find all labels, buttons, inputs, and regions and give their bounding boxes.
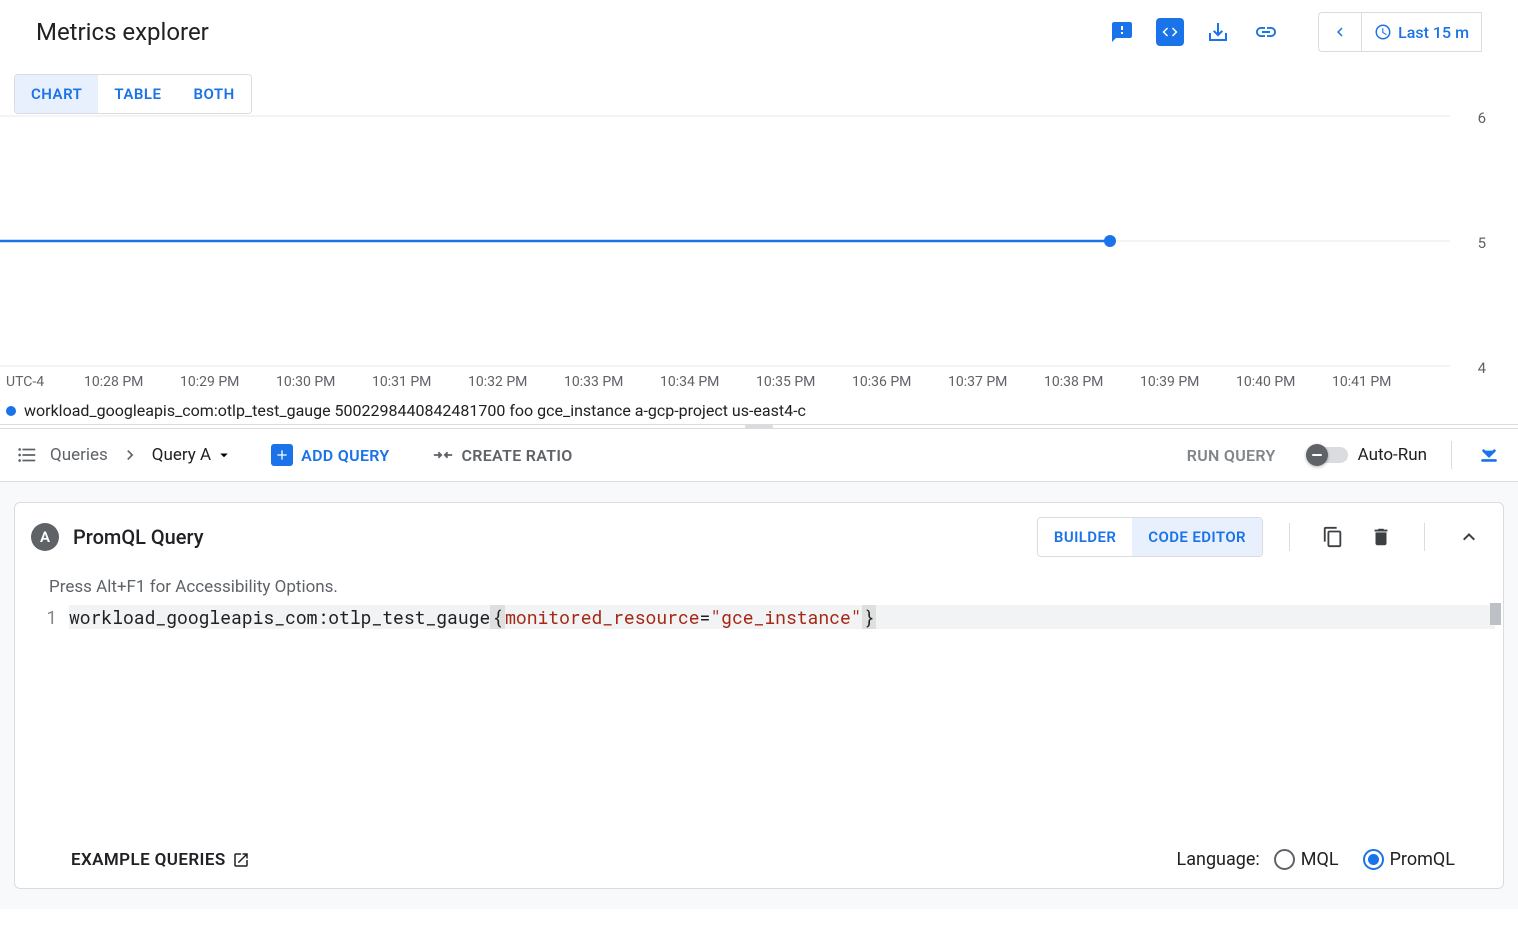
- divider: [1424, 523, 1425, 551]
- query-card: A PromQL Query BUILDER CODE EDITOR Press…: [14, 502, 1504, 889]
- editor-mode-switch: BUILDER CODE EDITOR: [1037, 517, 1263, 557]
- add-query-button[interactable]: ADD QUERY: [271, 444, 389, 466]
- queries-label: Queries: [50, 445, 108, 465]
- tab-both[interactable]: BOTH: [177, 75, 250, 113]
- brace-close: }: [862, 605, 877, 629]
- y-tick: 6: [1478, 109, 1486, 127]
- x-tick: 10:38 PM: [1044, 374, 1140, 390]
- download-icon[interactable]: [1198, 12, 1238, 52]
- header: Metrics explorer Last 15 m: [0, 0, 1518, 64]
- delete-button[interactable]: [1364, 520, 1398, 554]
- auto-run-toggle-group: Auto-Run: [1308, 445, 1427, 465]
- x-tz: UTC-4: [6, 374, 84, 390]
- card-title: PromQL Query: [73, 525, 1023, 549]
- clock-icon: [1374, 23, 1392, 41]
- chart-svg: [0, 76, 1518, 406]
- editor-empty-area[interactable]: [15, 633, 1503, 833]
- x-tick: 10:32 PM: [468, 374, 564, 390]
- time-prev-button[interactable]: [1318, 12, 1362, 52]
- divider: [1289, 523, 1290, 551]
- y-tick: 5: [1478, 234, 1486, 252]
- line-number: 1: [39, 605, 69, 629]
- run-query-button[interactable]: RUN QUERY: [1187, 446, 1276, 465]
- x-tick: 10:28 PM: [84, 374, 180, 390]
- create-ratio-button[interactable]: CREATE RATIO: [432, 444, 573, 466]
- x-axis: UTC-4 10:28 PM 10:29 PM 10:30 PM 10:31 P…: [0, 374, 1518, 390]
- link-icon[interactable]: [1246, 12, 1286, 52]
- create-ratio-label: CREATE RATIO: [462, 446, 573, 465]
- x-tick: 10:37 PM: [948, 374, 1044, 390]
- example-queries-label: EXAMPLE QUERIES: [71, 850, 226, 870]
- scrollbar-thumb[interactable]: [1490, 603, 1501, 625]
- language-label: Language:: [1177, 849, 1260, 870]
- tab-chart[interactable]: CHART: [15, 75, 98, 113]
- legend-dot-icon: [6, 406, 16, 416]
- x-tick: 10:35 PM: [756, 374, 852, 390]
- tab-table[interactable]: TABLE: [98, 75, 177, 113]
- feedback-icon[interactable]: [1102, 12, 1142, 52]
- code-line[interactable]: workload_googleapis_com:otlp_test_gauge{…: [69, 605, 1503, 629]
- queries-list-icon[interactable]: [16, 444, 38, 466]
- query-selector[interactable]: Query A: [152, 445, 233, 465]
- card-header: A PromQL Query BUILDER CODE EDITOR: [15, 503, 1503, 571]
- query-badge: A: [31, 523, 59, 551]
- query-body: A PromQL Query BUILDER CODE EDITOR Press…: [0, 482, 1518, 909]
- add-query-label: ADD QUERY: [301, 446, 389, 465]
- builder-mode-button[interactable]: BUILDER: [1038, 518, 1132, 556]
- plus-icon: [271, 444, 293, 466]
- external-link-icon: [232, 851, 250, 869]
- x-tick: 10:40 PM: [1236, 374, 1332, 390]
- query-selector-label: Query A: [152, 445, 211, 465]
- code-metric: workload_googleapis_com:otlp_test_gauge: [69, 605, 490, 629]
- code-value: "gce_instance": [710, 605, 861, 629]
- chevron-right-icon: [120, 445, 140, 465]
- radio-promql-label[interactable]: PromQL: [1390, 849, 1455, 870]
- view-tabs: CHART TABLE BOTH: [14, 74, 252, 114]
- x-tick: 10:41 PM: [1332, 374, 1428, 390]
- divider: [1451, 441, 1452, 469]
- query-toolbar: Queries Query A ADD QUERY CREATE RATIO R…: [0, 429, 1518, 482]
- time-range-label: Last 15 m: [1398, 23, 1469, 42]
- page-title: Metrics explorer: [36, 18, 209, 46]
- header-actions: Last 15 m: [1102, 12, 1482, 52]
- x-tick: 10:34 PM: [660, 374, 756, 390]
- accessibility-hint: Press Alt+F1 for Accessibility Options.: [15, 571, 1503, 601]
- code-icon[interactable]: [1150, 12, 1190, 52]
- x-tick: 10:31 PM: [372, 374, 468, 390]
- code-editor[interactable]: 1 workload_googleapis_com:otlp_test_gaug…: [15, 601, 1503, 633]
- code-op: =: [700, 605, 711, 629]
- brace-open: {: [490, 605, 505, 629]
- x-tick: 10:33 PM: [564, 374, 660, 390]
- x-tick: 10:39 PM: [1140, 374, 1236, 390]
- chart-area: 6 5 4 UTC-4 10:28 PM 10:29 PM 10:30 PM 1…: [0, 114, 1518, 424]
- radio-mql[interactable]: [1274, 849, 1295, 870]
- collapse-card-button[interactable]: [1451, 519, 1487, 555]
- chart-legend[interactable]: workload_googleapis_com:otlp_test_gauge …: [6, 401, 806, 420]
- copy-button[interactable]: [1316, 520, 1350, 554]
- legend-text: workload_googleapis_com:otlp_test_gauge …: [24, 401, 806, 420]
- ratio-icon: [432, 444, 454, 466]
- auto-run-toggle[interactable]: [1308, 447, 1348, 463]
- x-tick: 10:30 PM: [276, 374, 372, 390]
- language-radio-group: MQL PromQL: [1274, 849, 1473, 870]
- example-queries-button[interactable]: EXAMPLE QUERIES: [71, 850, 250, 870]
- x-tick: 10:36 PM: [852, 374, 948, 390]
- time-range-button[interactable]: Last 15 m: [1362, 12, 1482, 52]
- code-attr: monitored_resource: [505, 605, 699, 629]
- dropdown-icon: [215, 446, 233, 464]
- radio-promql[interactable]: [1363, 849, 1384, 870]
- auto-run-label: Auto-Run: [1358, 445, 1427, 465]
- x-tick: 10:29 PM: [180, 374, 276, 390]
- code-editor-mode-button[interactable]: CODE EDITOR: [1132, 518, 1262, 556]
- radio-mql-label[interactable]: MQL: [1301, 849, 1339, 870]
- card-footer: EXAMPLE QUERIES Language: MQL PromQL: [15, 833, 1503, 888]
- collapse-all-button[interactable]: [1476, 442, 1502, 468]
